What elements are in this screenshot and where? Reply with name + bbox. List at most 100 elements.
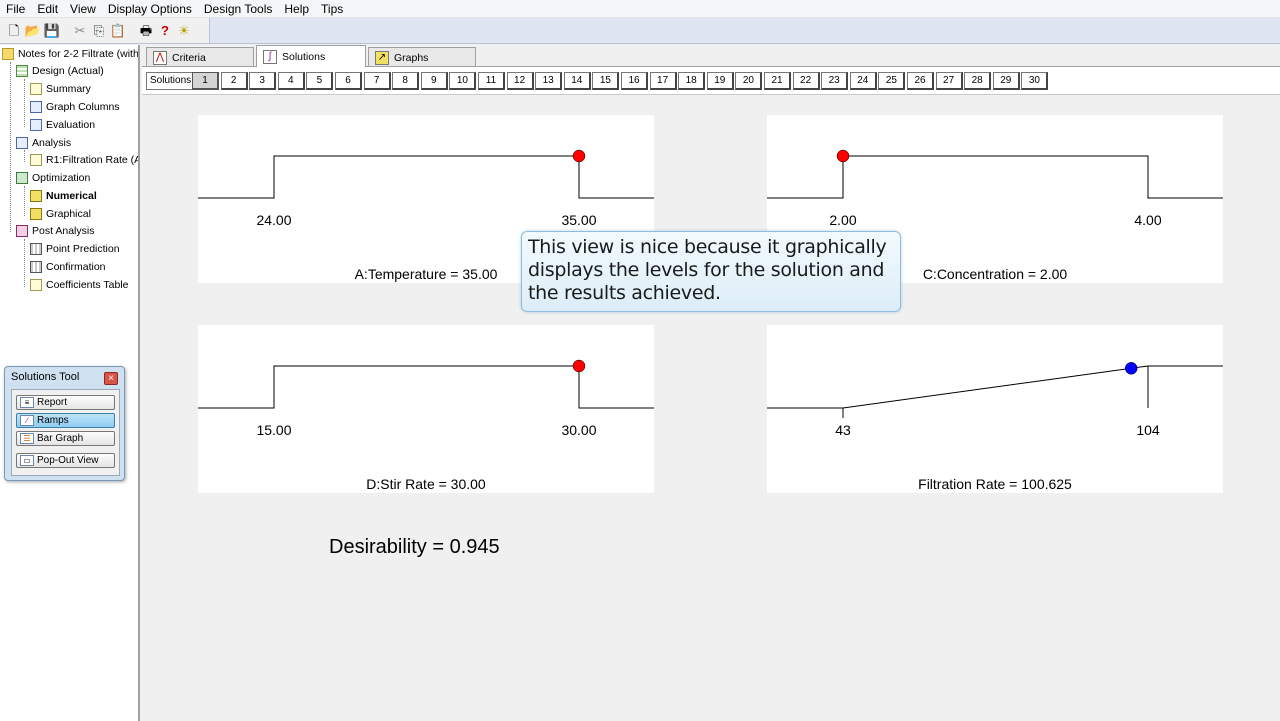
solution-button-24[interactable]: 24 (849, 72, 877, 90)
solution-button-20[interactable]: 20 (735, 72, 763, 90)
tab-graphs[interactable]: ↗ Graphs (368, 47, 476, 67)
solution-button-25[interactable]: 25 (878, 72, 906, 90)
solution-button-23[interactable]: 23 (821, 72, 849, 90)
solution-button-14[interactable]: 14 (563, 72, 591, 90)
ramps-view: 24.00 35.00 A:Temperature = 35.00 2.00 4.00 C… (142, 96, 1280, 721)
view-tabs: ⋀ Criteria ∫ Solutions ↗ Graphs (142, 45, 1280, 67)
menu-display-options[interactable]: Display Options (102, 1, 198, 17)
report-button[interactable]: ≡ Report (16, 395, 115, 410)
print-icon[interactable]: 🖶 (138, 23, 154, 39)
solution-button-27[interactable]: 27 (935, 72, 963, 90)
tree-item-r1[interactable]: R1:Filtration Rate (A (30, 152, 138, 168)
solution-button-26[interactable]: 26 (907, 72, 934, 90)
solution-button-4[interactable]: 4 (277, 72, 305, 90)
ramp-plot (198, 359, 654, 409)
point-prediction-icon (30, 243, 42, 255)
solution-button-13[interactable]: 13 (535, 72, 563, 90)
solution-button-19[interactable]: 19 (706, 72, 734, 90)
tree-item-design[interactable]: Design (Actual) (16, 63, 104, 79)
toolbar-buttons: 🗋 📂 💾 ✂ ⎘ 📋 🖶 ? ☀ (0, 18, 210, 43)
solutions-selector: Solutions 1 2 3 4 5 6 7 8 9 10 11 12 13 14 15 16 17 18 19 2… (142, 67, 1280, 95)
menu-design-tools[interactable]: Design Tools (198, 1, 278, 17)
cut-icon[interactable]: ✂ (72, 23, 88, 39)
solutions-tool-title: Solutions Tool (11, 371, 80, 383)
solution-value-marker (572, 149, 586, 163)
solution-value-marker (836, 149, 850, 163)
tab-label: Graphs (394, 51, 429, 64)
pop-out-icon: ▭ (20, 455, 34, 466)
paste-icon[interactable]: 📋 (110, 23, 126, 39)
desirability-ramp-line (767, 365, 1223, 418)
tree-item-analysis[interactable]: Analysis (16, 135, 71, 151)
ramp-low-label: 43 (835, 422, 851, 438)
tab-label: Solutions (282, 50, 326, 63)
solution-button-21[interactable]: 21 (764, 72, 791, 90)
solution-button-29[interactable]: 29 (992, 72, 1020, 90)
button-label: Pop-Out View (37, 455, 99, 466)
tips-lightbulb-icon[interactable]: ☀ (176, 23, 192, 39)
tab-solutions[interactable]: ∫ Solutions (256, 45, 366, 67)
open-folder-icon[interactable]: 📂 (25, 23, 41, 39)
analysis-icon (16, 137, 28, 149)
menu-view[interactable]: View (64, 1, 102, 17)
tree-item-coefficients-table[interactable]: Coefficients Table (30, 277, 129, 293)
solution-button-30[interactable]: 30 (1021, 72, 1049, 90)
desirability-ramp-line (767, 155, 1223, 199)
ramp-high-label: 30.00 (561, 422, 597, 438)
summary-icon (30, 83, 42, 95)
solutions-tool-window: Solutions Tool × ≡ Report ∕ Ramps ☰ Bar … (4, 366, 125, 481)
menu-help[interactable]: Help (278, 1, 315, 17)
solution-button-18[interactable]: 18 (678, 72, 706, 90)
solution-button-28[interactable]: 28 (964, 72, 992, 90)
tree-item-point-prediction[interactable]: Point Prediction (30, 241, 120, 257)
solution-button-10[interactable]: 10 (449, 72, 477, 90)
solutions-ramp-icon: ∫ (263, 49, 277, 64)
solution-button-7[interactable]: 7 (363, 72, 391, 90)
tab-criteria[interactable]: ⋀ Criteria (146, 47, 254, 67)
coefficients-table-icon (30, 279, 42, 291)
tree-item-graphical[interactable]: Graphical (30, 206, 91, 222)
confirmation-icon (30, 261, 42, 273)
solution-button-17[interactable]: 17 (649, 72, 677, 90)
solution-button-8[interactable]: 8 (392, 72, 420, 90)
bar-graph-button[interactable]: ☰ Bar Graph (16, 431, 115, 446)
menu-tips[interactable]: Tips (315, 1, 349, 17)
solution-button-2[interactable]: 2 (220, 72, 248, 90)
new-file-icon[interactable]: 🗋 (6, 23, 22, 39)
solution-button-1[interactable]: 1 (192, 72, 219, 90)
tree-root[interactable]: Notes for 2-2 Filtrate (with (2, 46, 138, 62)
tree-item-graph-columns[interactable]: Graph Columns (30, 99, 120, 115)
solution-button-12[interactable]: 12 (506, 72, 534, 90)
copy-icon[interactable]: ⎘ (91, 23, 107, 39)
solution-button-15[interactable]: 15 (592, 72, 620, 90)
solution-button-3[interactable]: 3 (249, 72, 277, 90)
button-label: Report (37, 397, 68, 408)
tree-item-confirmation[interactable]: Confirmation (30, 259, 106, 275)
solution-button-22[interactable]: 22 (792, 72, 820, 90)
design-grid-icon (16, 65, 28, 77)
help-icon[interactable]: ? (157, 23, 173, 39)
tree-item-label: Graph Columns (46, 101, 120, 113)
solution-button-9[interactable]: 9 (420, 72, 448, 90)
pop-out-view-button[interactable]: ▭ Pop-Out View (16, 453, 115, 468)
solution-button-11[interactable]: 11 (478, 72, 505, 90)
criteria-icon: ⋀ (153, 50, 167, 65)
tree-item-label: Analysis (32, 137, 72, 149)
tree-item-summary[interactable]: Summary (30, 81, 91, 97)
save-icon[interactable]: 💾 (44, 23, 60, 39)
tree-item-post-analysis[interactable]: Post Analysis (16, 223, 94, 239)
close-icon[interactable]: × (104, 372, 118, 385)
button-label: Ramps (37, 415, 69, 426)
menu-file[interactable]: File (0, 1, 31, 17)
tree-item-evaluation[interactable]: Evaluation (30, 117, 95, 133)
menu-edit[interactable]: Edit (31, 1, 64, 17)
solution-button-6[interactable]: 6 (335, 72, 362, 90)
tree-item-label: Design (Actual) (32, 65, 104, 77)
tree-item-optimization[interactable]: Optimization (16, 170, 90, 186)
ramp-high-label: 104 (1136, 422, 1160, 438)
ramp-panel: 43 104 Filtration Rate = 100.625 (767, 325, 1223, 493)
solution-button-5[interactable]: 5 (306, 72, 334, 90)
solution-button-16[interactable]: 16 (621, 72, 648, 90)
tree-item-numerical[interactable]: Numerical (30, 188, 97, 204)
ramps-button[interactable]: ∕ Ramps (16, 413, 115, 428)
